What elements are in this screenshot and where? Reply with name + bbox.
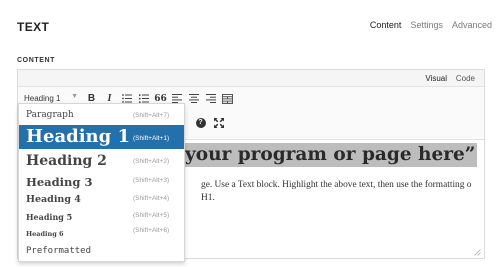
- panel-tabs: Content Settings Advanced: [370, 20, 492, 30]
- highlighted-heading-text: your program or page here”: [183, 143, 478, 167]
- fullscreen-icon: [213, 117, 224, 128]
- align-center-button[interactable]: [186, 91, 201, 106]
- format-option-heading-3[interactable]: Heading 3 (Shift+Alt+3): [19, 173, 184, 192]
- option-shortcut: (Shift+Alt+3): [133, 177, 170, 184]
- format-option-heading-2[interactable]: Heading 2 (Shift+Alt+2): [19, 151, 184, 172]
- help-button[interactable]: ?: [193, 115, 208, 130]
- option-label: Heading 1: [26, 126, 131, 147]
- editor-mode-bar: Visual Code: [18, 70, 484, 87]
- bulleted-list-icon: [121, 94, 132, 103]
- fullscreen-button[interactable]: [211, 115, 226, 130]
- align-center-icon: [188, 94, 199, 103]
- tab-settings[interactable]: Settings: [410, 20, 443, 30]
- format-option-heading-1[interactable]: Heading 1 (Shift+Alt+1): [19, 125, 184, 149]
- option-label: Preformatted: [26, 246, 92, 256]
- option-shortcut: (Shift+Alt+7): [133, 112, 170, 119]
- resize-handle-icon[interactable]: [474, 249, 481, 256]
- toolbar-toggle-button[interactable]: [220, 91, 235, 106]
- option-shortcut: (Shift+Alt+1): [133, 135, 170, 142]
- blockquote-icon: 66: [154, 93, 167, 104]
- format-option-heading-4[interactable]: Heading 4 (Shift+Alt+4): [19, 192, 184, 210]
- format-select-value: Heading 1: [24, 94, 61, 103]
- option-shortcut: (Shift+Alt+4): [133, 195, 170, 202]
- option-label: Heading 5: [26, 212, 73, 222]
- format-option-preformatted[interactable]: Preformatted: [19, 243, 184, 261]
- format-option-heading-6[interactable]: Heading 6 (Shift+Alt+6): [19, 227, 184, 244]
- help-icon: ?: [195, 117, 206, 128]
- chevron-down-icon: ▼: [71, 93, 78, 100]
- code-tab[interactable]: Code: [456, 74, 475, 83]
- option-shortcut: (Shift+Alt+2): [133, 158, 170, 165]
- align-right-icon: [205, 94, 216, 103]
- visual-tab[interactable]: Visual: [425, 74, 447, 83]
- option-label: Heading 4: [26, 194, 81, 205]
- format-option-heading-5[interactable]: Heading 5 (Shift+Alt+5): [19, 210, 184, 227]
- body-paragraph: ge. Use a Text block. Highlight the abov…: [201, 180, 472, 203]
- format-option-paragraph[interactable]: Paragraph (Shift+Alt+7): [19, 106, 184, 124]
- option-label: Heading 3: [26, 175, 93, 189]
- option-label: Paragraph: [26, 110, 74, 120]
- option-label: Heading 2: [26, 153, 107, 169]
- option-shortcut: (Shift+Alt+6): [133, 227, 170, 234]
- option-label: Heading 6: [26, 230, 64, 238]
- align-right-button[interactable]: [203, 91, 218, 106]
- tab-content[interactable]: Content: [370, 20, 402, 30]
- numbered-list-icon: [138, 94, 149, 103]
- option-shortcut: (Shift+Alt+5): [133, 212, 170, 219]
- tab-advanced[interactable]: Advanced: [452, 20, 492, 30]
- align-left-icon: [171, 94, 182, 103]
- panel-title: TEXT: [17, 20, 50, 34]
- format-dropdown: Paragraph (Shift+Alt+7) Heading 1 (Shift…: [18, 103, 185, 262]
- toolbar-toggle-icon: [222, 93, 233, 104]
- section-label: CONTENT: [17, 57, 56, 64]
